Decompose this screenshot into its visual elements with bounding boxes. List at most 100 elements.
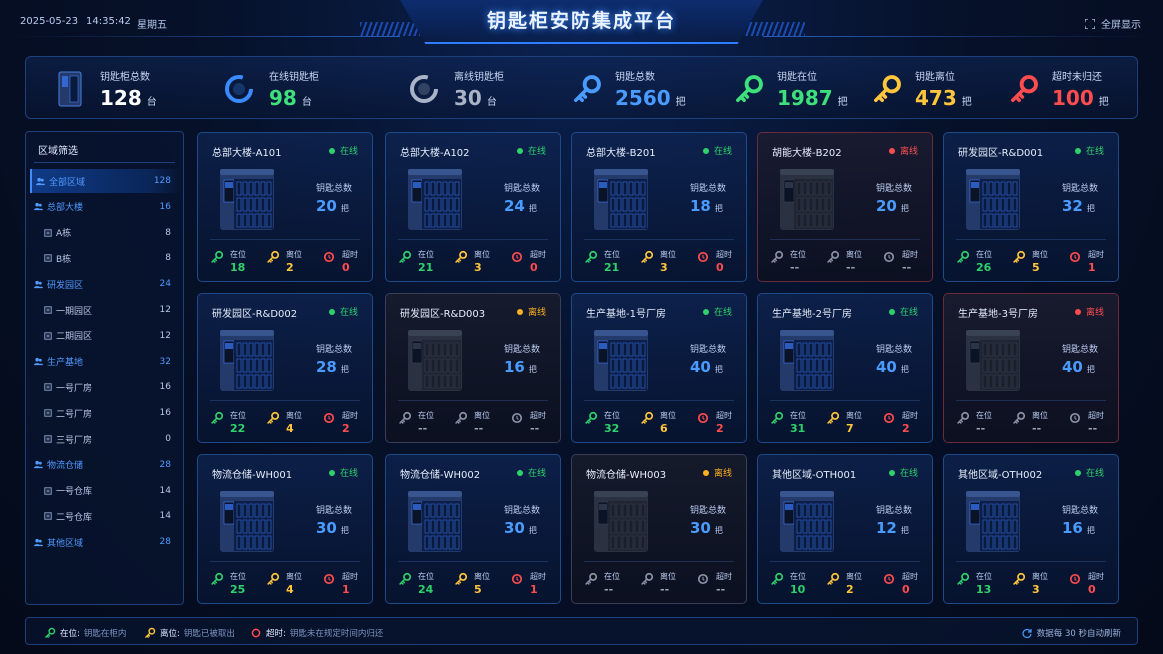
sidebar-item[interactable]: 一期园区 12 bbox=[30, 298, 181, 322]
sidebar-item-label: 二期园区 bbox=[56, 332, 93, 343]
cabinet-card[interactable]: 生产基地-3号厂房 离线 钥匙总数 40 把在位 -- 离位 -- 超时 -- bbox=[943, 293, 1119, 443]
cabinet-card[interactable]: 研发园区-R&D002 在线 钥匙总数 28 把在位 22 离位 4 超时 2 bbox=[197, 293, 373, 443]
online-ring-icon bbox=[225, 74, 253, 103]
stat-5: 钥匙离位 473 把 bbox=[871, 57, 972, 120]
sidebar-item[interactable]: B栋 8 bbox=[30, 246, 181, 270]
sidebar-item[interactable]: 其他区域 28 bbox=[30, 530, 181, 554]
out-position-stat: 离位 3 bbox=[640, 247, 690, 277]
alarm-red-icon bbox=[323, 573, 335, 585]
sidebar-item[interactable]: 总部大楼 16 bbox=[30, 195, 181, 219]
sidebar-item[interactable]: 研发园区 24 bbox=[30, 272, 181, 296]
stat-unit: 台 bbox=[146, 96, 157, 108]
key-cabinet-icon bbox=[220, 330, 274, 391]
sidebar-item[interactable]: 一号仓库 14 bbox=[30, 479, 181, 503]
cabinet-card[interactable]: 胡能大楼-B202 离线 钥匙总数 20 把在位 -- 离位 -- 超时 -- bbox=[757, 132, 933, 282]
out-position-value: -- bbox=[1032, 422, 1042, 435]
cabinet-card[interactable]: 研发园区-R&D003 离线 钥匙总数 16 把在位 -- 离位 -- 超时 -- bbox=[385, 293, 561, 443]
key-total-value: 30 把 bbox=[504, 519, 537, 537]
status-label: 在线 bbox=[339, 147, 358, 157]
key-yellow-icon bbox=[641, 411, 654, 424]
key-green-icon bbox=[957, 250, 970, 263]
sidebar-item[interactable]: 二期园区 12 bbox=[30, 324, 181, 348]
fullscreen-button[interactable]: 全屏显示 bbox=[1085, 16, 1141, 31]
key-total-label: 钥匙总数 bbox=[690, 184, 727, 194]
overtime-value: -- bbox=[1088, 422, 1098, 435]
cabinet-card[interactable]: 总部大楼-A102 在线 钥匙总数 24 把在位 21 离位 3 超时 0 bbox=[385, 132, 561, 282]
legend-in: 在位: 钥匙在柜内 bbox=[44, 627, 126, 639]
stat-unit: 台 bbox=[486, 96, 497, 108]
cabinet-card[interactable]: 研发园区-R&D001 在线 钥匙总数 32 把在位 26 离位 5 超时 1 bbox=[943, 132, 1119, 282]
sidebar-item[interactable]: 物流仓储 28 bbox=[30, 453, 181, 477]
sidebar-item[interactable]: 一号厂房 16 bbox=[30, 375, 181, 399]
status-badge: 离线 bbox=[888, 144, 918, 157]
divider bbox=[956, 561, 1106, 562]
key-cabinet-icon bbox=[594, 330, 648, 391]
overtime-stat: 超时 0 bbox=[510, 247, 560, 277]
in-position-value: 31 bbox=[790, 422, 806, 435]
stat-1: 在线钥匙柜 98 台 bbox=[221, 57, 319, 120]
alarm-red-icon bbox=[251, 628, 261, 638]
cabinet-name: 生产基地-3号厂房 bbox=[958, 309, 1038, 320]
in-position-stat: 在位 21 bbox=[398, 247, 448, 277]
key-total-label: 钥匙总数 bbox=[316, 345, 353, 355]
cabinet-card[interactable]: 生产基地-1号厂房 在线 钥匙总数 40 把在位 32 离位 6 超时 2 bbox=[571, 293, 747, 443]
overtime-stat: 超时 -- bbox=[510, 408, 560, 438]
cabinet-card[interactable]: 物流仓储-WH001 在线 钥匙总数 30 把在位 25 离位 4 超时 1 bbox=[197, 454, 373, 604]
header-decoration-right bbox=[745, 22, 805, 36]
cabinet-name: 研发园区-R&D003 bbox=[400, 309, 486, 320]
sidebar-item[interactable]: A栋 8 bbox=[30, 221, 181, 245]
in-position-value: 22 bbox=[230, 422, 246, 435]
out-position-value: 7 bbox=[846, 422, 854, 435]
cabinet-card[interactable]: 生产基地-2号厂房 在线 钥匙总数 40 把在位 31 离位 7 超时 2 bbox=[757, 293, 933, 443]
overtime-value: 0 bbox=[1088, 583, 1096, 596]
key-total-value: 28 把 bbox=[316, 358, 349, 376]
key-total-label: 钥匙总数 bbox=[876, 506, 913, 516]
cabinet-name: 研发园区-R&D001 bbox=[958, 148, 1044, 159]
status-dot bbox=[888, 308, 895, 315]
sidebar-item[interactable]: 二号仓库 14 bbox=[30, 504, 181, 528]
offline-ring-icon bbox=[410, 74, 438, 103]
sidebar-item[interactable]: 二号厂房 16 bbox=[30, 401, 181, 425]
stat-label: 离线钥匙柜 bbox=[454, 71, 504, 83]
cabinet-card[interactable]: 总部大楼-B201 在线 钥匙总数 18 把在位 21 离位 3 超时 0 bbox=[571, 132, 747, 282]
cabinet-card[interactable]: 物流仓储-WH003 离线 钥匙总数 30 把在位 -- 离位 -- 超时 -- bbox=[571, 454, 747, 604]
status-label: 在线 bbox=[1085, 147, 1104, 157]
legend-overtime: 超时: 钥匙未在规定时间内归还 bbox=[250, 627, 383, 639]
key-total-label: 钥匙总数 bbox=[876, 184, 913, 194]
key-cabinet-icon bbox=[408, 330, 462, 391]
key-cabinet-icon bbox=[594, 169, 648, 230]
building-icon bbox=[44, 228, 52, 237]
overtime-stat: 超时 -- bbox=[696, 569, 746, 599]
alarm-red-icon bbox=[511, 573, 523, 585]
key-yellow-icon bbox=[641, 250, 654, 263]
sidebar-item-label: 一号厂房 bbox=[56, 383, 93, 394]
overtime-value: -- bbox=[530, 422, 540, 435]
out-position-stat: 离位 4 bbox=[266, 408, 316, 438]
divider bbox=[770, 561, 920, 562]
divider bbox=[770, 400, 920, 401]
stat-label: 在线钥匙柜 bbox=[269, 71, 319, 83]
stat-unit: 把 bbox=[837, 96, 848, 108]
out-position-stat: 离位 2 bbox=[826, 569, 876, 599]
status-badge: 离线 bbox=[702, 466, 732, 479]
sidebar-item[interactable]: 三号厂房 0 bbox=[30, 427, 181, 451]
cabinet-name: 其他区域-OTH001 bbox=[772, 470, 857, 481]
status-label: 在线 bbox=[713, 308, 732, 318]
divider bbox=[770, 239, 920, 240]
sidebar-item-count: 28 bbox=[159, 459, 171, 470]
status-badge: 在线 bbox=[516, 466, 546, 479]
cabinet-card[interactable]: 其他区域-OTH002 在线 钥匙总数 16 把在位 13 离位 3 超时 0 bbox=[943, 454, 1119, 604]
cabinet-image bbox=[962, 327, 1024, 393]
sidebar-item[interactable]: 全部区域 128 bbox=[30, 169, 181, 193]
cabinet-card[interactable]: 总部大楼-A101 在线 钥匙总数 20 把在位 18 离位 2 超时 0 bbox=[197, 132, 373, 282]
key-yellow-icon bbox=[1013, 572, 1026, 585]
cabinet-card[interactable]: 其他区域-OTH001 在线 钥匙总数 12 把在位 10 离位 2 超时 0 bbox=[757, 454, 933, 604]
divider bbox=[584, 400, 734, 401]
sidebar-item[interactable]: 生产基地 32 bbox=[30, 350, 181, 374]
key-yellow-icon bbox=[455, 250, 468, 263]
cabinet-card[interactable]: 物流仓储-WH002 在线 钥匙总数 30 把在位 24 离位 5 超时 1 bbox=[385, 454, 561, 604]
key-green-icon bbox=[736, 74, 763, 102]
key-total-label: 钥匙总数 bbox=[316, 506, 353, 516]
overtime-stat: 超时 1 bbox=[510, 569, 560, 599]
status-dot bbox=[888, 147, 895, 154]
